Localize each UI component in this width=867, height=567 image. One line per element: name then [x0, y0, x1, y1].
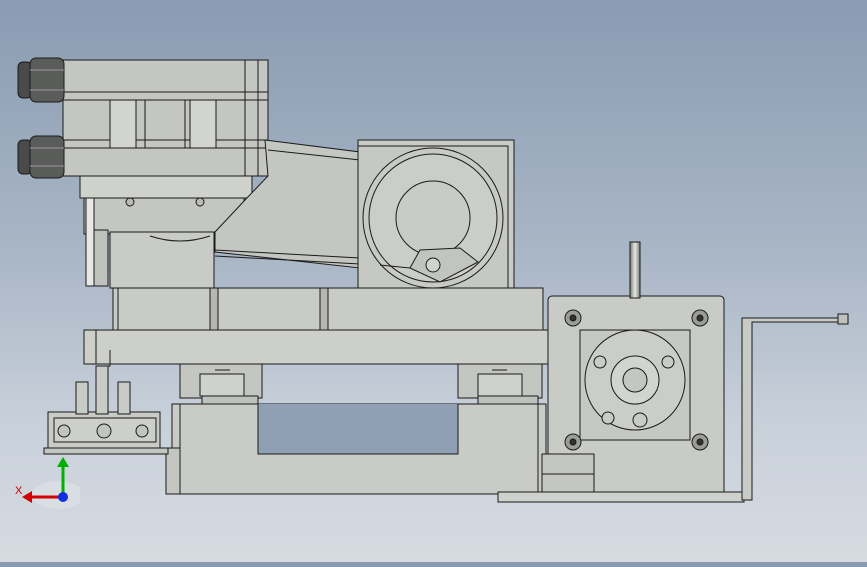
top-clamp-assembly [62, 59, 269, 177]
slider-left [179, 363, 263, 405]
bolt-upper [17, 57, 65, 103]
bolt-lower [17, 135, 65, 179]
x-axis-label: X [15, 485, 23, 497]
z-axis-dot [58, 492, 68, 502]
shaft-rod [629, 241, 641, 299]
round-motor [357, 139, 515, 291]
bent-bracket [741, 317, 847, 501]
right-motor-plate [541, 295, 725, 497]
cad-model-drawing [17, 57, 849, 503]
sensor-bracket [43, 350, 169, 455]
cad-viewport[interactable] [0, 0, 867, 562]
slider-right [457, 363, 543, 405]
